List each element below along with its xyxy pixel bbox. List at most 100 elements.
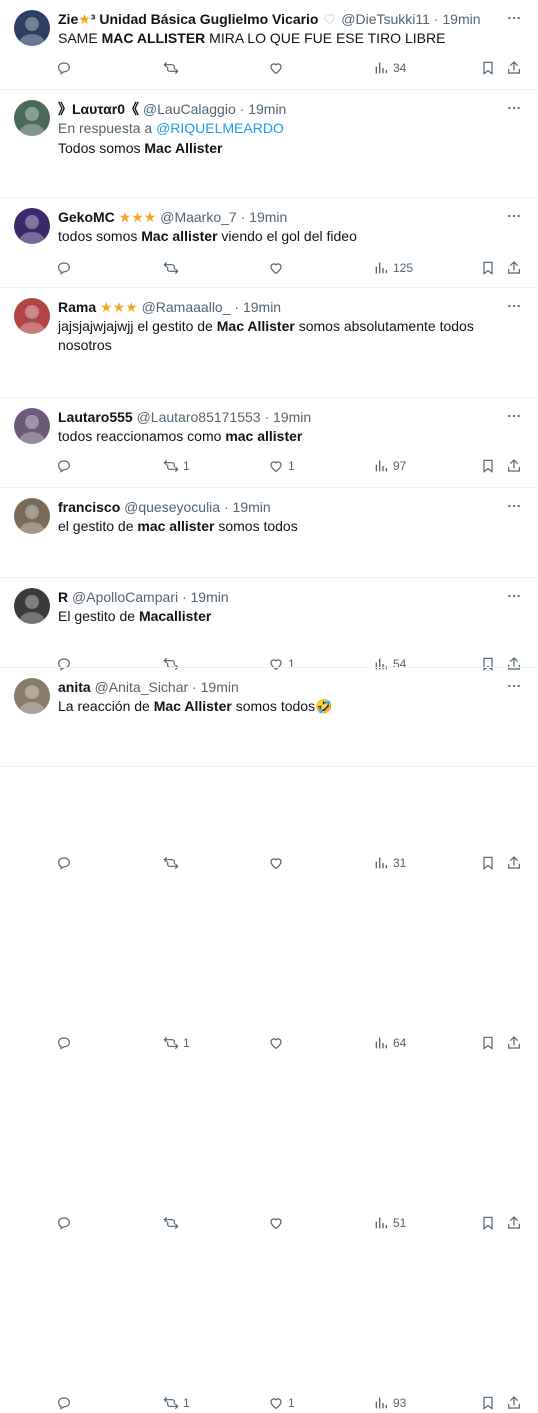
like-button[interactable] [268,60,288,76]
user-name[interactable]: 》Lαυταr0《 [58,101,139,117]
bookmark-button[interactable] [480,1215,496,1231]
tweet[interactable]: Zie★³ Unidad Básica Guglielmo Vicario @D… [0,0,538,90]
user-handle[interactable]: @queseyoculia [124,499,220,515]
tweet[interactable]: 》Lαυταr0《 @LauCalaggio · 19min En respues… [0,90,538,275]
like-button[interactable]: 1 [268,1395,295,1411]
share-button[interactable] [506,1395,522,1411]
retweet-button[interactable] [163,1215,183,1231]
like-button[interactable] [268,1035,288,1051]
views-button[interactable]: 34 [373,60,406,76]
share-button[interactable] [506,855,522,871]
user-name[interactable]: francisco [58,499,120,515]
tweet[interactable]: francisco @queseyoculia · 19min el gestit… [0,488,538,1050]
bookmark-button[interactable] [480,1395,496,1411]
timestamp[interactable]: 19min [243,299,281,315]
tweet[interactable]: Rama ★★★ @Ramaaallo_ · 19min jajsjajwjajw… [0,288,538,671]
views-button[interactable]: 64 [373,1035,406,1051]
tweet-text: todos somos Mac allister viendo el gol d… [58,227,498,246]
reply-icon [56,1035,72,1051]
tweet-content: Lautaro555 @Lautaro85171553 · 19min todos… [58,408,498,446]
more-icon[interactable] [506,588,522,604]
reply-button[interactable] [56,1035,76,1051]
views-icon [373,1215,389,1231]
bookmark-button[interactable] [480,1035,496,1051]
user-handle[interactable]: @ApolloCampari [72,589,178,605]
timestamp[interactable]: 19min [273,409,311,425]
retweet-button[interactable]: 1 [163,1395,190,1411]
reply-icon [56,855,72,871]
avatar[interactable] [14,588,50,624]
more-icon[interactable] [506,208,522,224]
tweet-actions: 1 1 93 [56,1393,528,1413]
retweet-button[interactable]: 1 [163,1035,190,1051]
more-icon[interactable] [506,678,522,694]
tweet[interactable]: GekoMC ★★★ @Maarko_7 · 19min todos somos … [0,198,538,473]
reply-icon [56,1215,72,1231]
more-icon[interactable] [506,298,522,314]
reply-button[interactable] [56,1215,76,1231]
like-button[interactable] [268,1215,288,1231]
timestamp[interactable]: 19min [201,679,239,695]
tweet-text: todos reaccionamos como mac allister [58,427,498,446]
reply-button[interactable] [56,855,76,871]
timestamp[interactable]: 19min [442,11,480,27]
views-button[interactable]: 31 [373,855,406,871]
reply-button[interactable] [56,1395,76,1411]
tweet[interactable]: anita @Anita_Sichar · 19min La reacción d… [0,668,538,1410]
timestamp[interactable]: 19min [248,101,286,117]
retweet-button[interactable] [163,60,183,76]
likes-count: 1 [288,1396,295,1410]
user-handle[interactable]: @Maarko_7 [160,209,236,225]
tweet[interactable]: R @ApolloCampari · 19min El gestito de Ma… [0,578,538,1230]
user-handle[interactable]: @Lautaro85171553 [137,409,261,425]
avatar[interactable] [14,498,50,534]
timestamp[interactable]: 19min [191,589,229,605]
user-name[interactable]: R [58,589,68,605]
views-button[interactable]: 93 [373,1395,406,1411]
user-handle[interactable]: @Ramaaallo_ [142,299,231,315]
share-button[interactable] [506,1215,522,1231]
views-button[interactable]: 51 [373,1215,406,1231]
avatar[interactable] [14,100,50,136]
bookmark-button[interactable] [480,855,496,871]
avatar[interactable] [14,408,50,444]
user-name[interactable]: Zie [58,11,78,27]
user-name[interactable]: Lautaro555 [58,409,133,425]
retweet-button[interactable] [163,855,183,871]
avatar[interactable] [14,298,50,334]
tweet-actions: 31 [56,853,528,873]
share-icon [506,855,522,871]
tweet[interactable]: Lautaro555 @Lautaro85171553 · 19min todos… [0,398,538,870]
user-handle[interactable]: @Anita_Sichar [95,679,189,695]
reply-context: En respuesta a @RIQUELMEARDO [58,119,498,138]
more-icon[interactable] [506,408,522,424]
tweet-text: jajsjajwjajwjj el gestito de Mac Alliste… [58,317,498,355]
retweets-count: 1 [183,1396,190,1410]
more-icon[interactable] [506,498,522,514]
like-button[interactable] [268,855,288,871]
share-button[interactable] [506,60,522,76]
avatar[interactable] [14,678,50,714]
timestamp[interactable]: 19min [233,499,271,515]
more-icon[interactable] [506,10,522,26]
tweet-text-bold: Mac Allister [153,698,232,714]
user-name-suffix[interactable]: ³ Unidad Básica Guglielmo Vicario [91,11,319,27]
avatar[interactable] [14,10,50,46]
share-button[interactable] [506,1035,522,1051]
share-icon [506,1395,522,1411]
tweet-text-bold: Mac Allister [144,140,223,156]
user-handle[interactable]: @DieTsukki11 [341,11,430,27]
avatar[interactable] [14,208,50,244]
user-name[interactable]: Rama [58,299,96,315]
reply-button[interactable] [56,60,76,76]
timestamp[interactable]: 19min [249,209,287,225]
more-icon[interactable] [506,100,522,116]
user-name[interactable]: GekoMC [58,209,115,225]
tweet-text-part: SAME [58,30,102,46]
tweet-content: anita @Anita_Sichar · 19min La reacción d… [58,678,498,716]
reply-handle-link[interactable]: @RIQUELMEARDO [156,120,284,136]
user-name[interactable]: anita [58,679,91,695]
bookmark-button[interactable] [480,60,496,76]
separator-dot: · [178,589,191,605]
user-handle[interactable]: @LauCalaggio [143,101,236,117]
